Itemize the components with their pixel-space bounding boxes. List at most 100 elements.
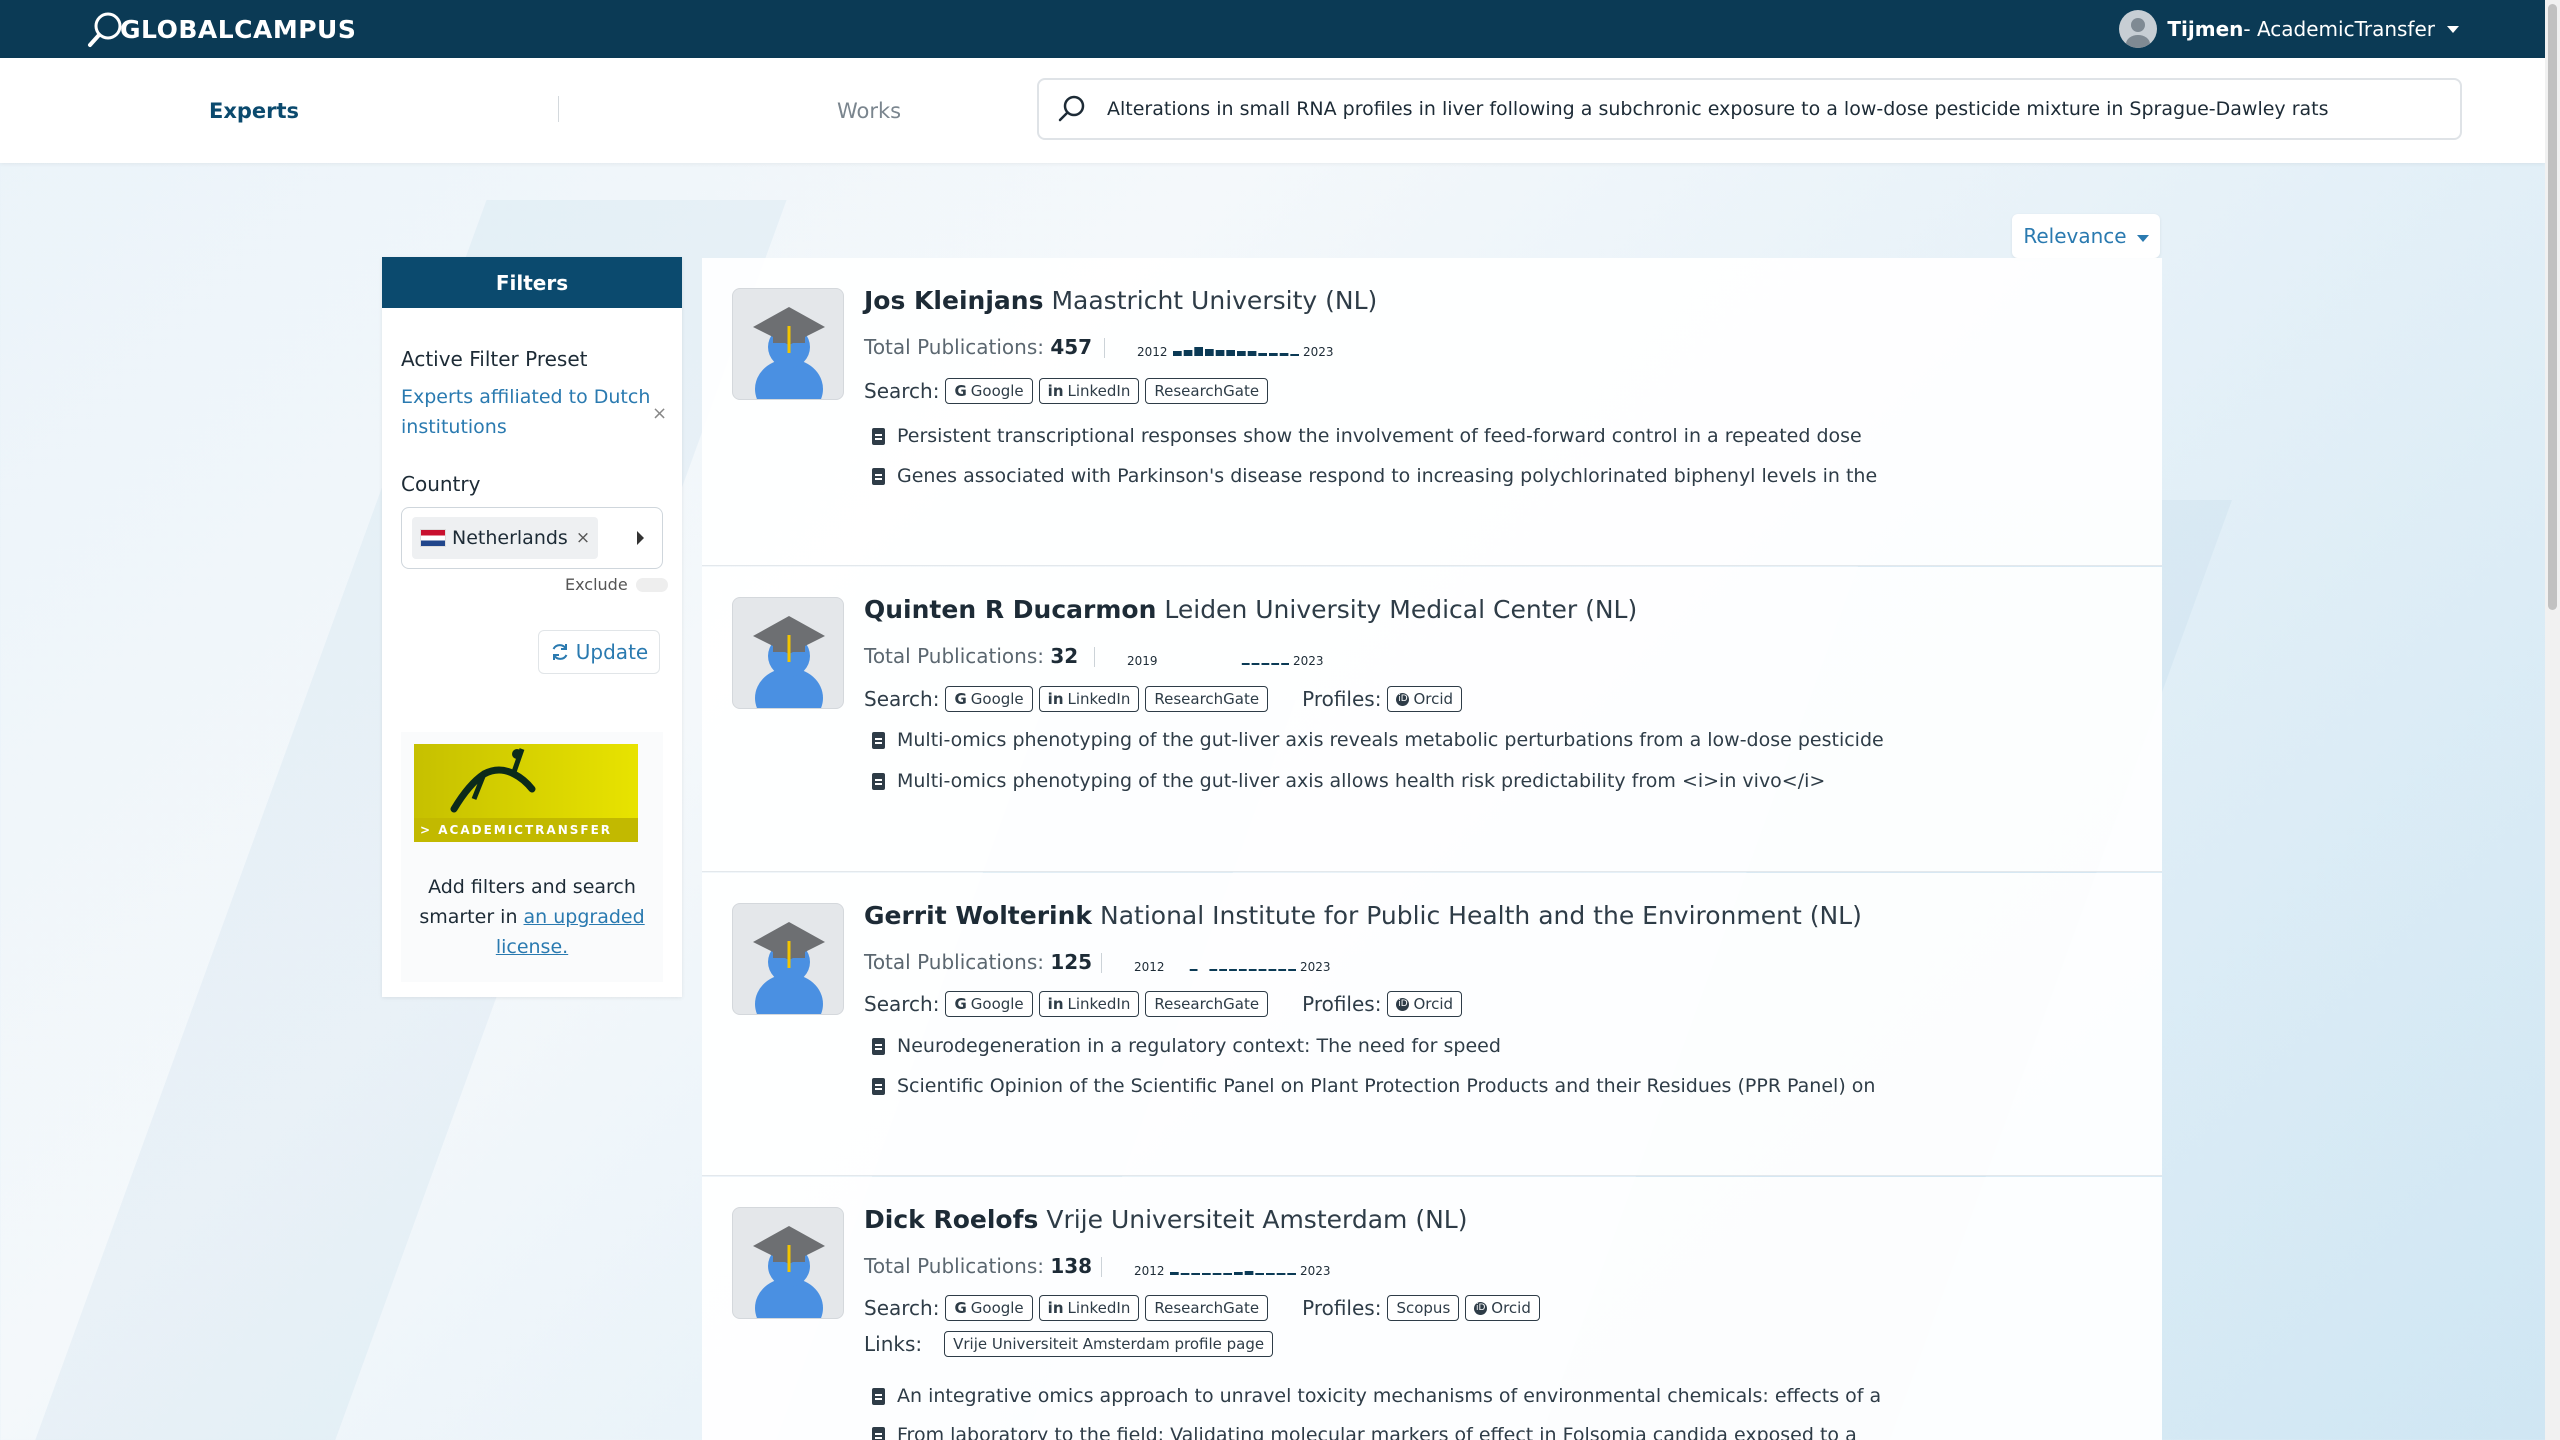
expert-card: Dick Roelofs Vrije Universiteit Amsterdam… bbox=[702, 1177, 2162, 1440]
document-icon bbox=[872, 1077, 885, 1095]
publication-sparkline: 2019 2023 bbox=[1127, 654, 1324, 668]
sparkline-end-year: 2023 bbox=[1293, 654, 1324, 668]
expert-avatar-icon[interactable] bbox=[732, 597, 844, 709]
activity-bar bbox=[1234, 1272, 1243, 1275]
publication-item[interactable]: Persistent transcriptional responses sho… bbox=[872, 425, 1862, 447]
publication-item[interactable]: Multi-omics phenotyping of the gut-liver… bbox=[872, 729, 1884, 751]
google-icon: G bbox=[954, 690, 967, 708]
publication-item[interactable]: Scientific Opinion of the Scientific Pan… bbox=[872, 1075, 1875, 1097]
orcid-profile-button[interactable]: iD Orcid bbox=[1387, 686, 1463, 712]
tab-divider bbox=[558, 96, 559, 122]
expert-affiliation[interactable]: Vrije Universiteit Amsterdam (NL) bbox=[1046, 1205, 1467, 1234]
user-org: - AcademicTransfer bbox=[2243, 17, 2435, 41]
linkedin-search-button[interactable]: in LinkedIn bbox=[1038, 686, 1140, 712]
page-scrollbar[interactable] bbox=[2545, 0, 2560, 1440]
expert-card: Quinten R Ducarmon Leiden University Medi… bbox=[702, 567, 2162, 872]
publication-title[interactable]: Neurodegeneration in a regulatory contex… bbox=[897, 1035, 1501, 1057]
total-publications-label: Total Publications: bbox=[864, 1254, 1051, 1278]
divider bbox=[1101, 953, 1102, 973]
remove-preset-close-icon[interactable]: × bbox=[652, 403, 667, 424]
activity-bar bbox=[1189, 969, 1198, 971]
publication-item[interactable]: Neurodegeneration in a regulatory contex… bbox=[872, 1035, 1501, 1057]
expert-avatar-icon[interactable] bbox=[732, 903, 844, 1015]
document-icon bbox=[872, 731, 885, 749]
expert-affiliation[interactable]: National Institute for Public Health and… bbox=[1100, 901, 1862, 930]
activity-bar bbox=[1170, 1272, 1179, 1275]
expert-name[interactable]: Gerrit Wolterink bbox=[864, 901, 1092, 930]
google-search-button[interactable]: G Google bbox=[945, 1295, 1033, 1321]
exclude-toggle[interactable] bbox=[635, 577, 668, 592]
expert-avatar-icon[interactable] bbox=[732, 288, 844, 400]
scrollbar-thumb[interactable] bbox=[2548, 4, 2557, 610]
tab-works[interactable]: Works bbox=[837, 58, 901, 163]
google-search-button[interactable]: G Google bbox=[945, 686, 1033, 712]
publication-title[interactable]: From laboratory to the field: Validating… bbox=[897, 1424, 1857, 1440]
expert-name[interactable]: Jos Kleinjans bbox=[864, 286, 1043, 315]
divider bbox=[1101, 1257, 1102, 1277]
document-icon bbox=[872, 1037, 885, 1055]
expert-name[interactable]: Quinten R Ducarmon bbox=[864, 595, 1156, 624]
expert-avatar-icon[interactable] bbox=[732, 1207, 844, 1319]
publication-title[interactable]: Genes associated with Parkinson's diseas… bbox=[897, 465, 1877, 487]
activity-bar bbox=[1215, 350, 1225, 356]
expert-name[interactable]: Dick Roelofs bbox=[864, 1205, 1038, 1234]
researchgate-search-button[interactable]: ResearchGate bbox=[1145, 378, 1269, 404]
tab-experts[interactable]: Experts bbox=[209, 58, 299, 163]
academictransfer-banner[interactable]: > ACADEMICTRANSFER bbox=[414, 744, 638, 842]
update-button[interactable]: Update bbox=[538, 630, 660, 674]
orcid-icon: iD bbox=[1474, 1301, 1488, 1315]
country-select[interactable]: Netherlands × bbox=[401, 507, 663, 569]
researchgate-search-button[interactable]: ResearchGate bbox=[1145, 1295, 1269, 1321]
scopus-profile-button[interactable]: Scopus bbox=[1387, 1295, 1460, 1321]
orcid-profile-button[interactable]: iD Orcid bbox=[1465, 1295, 1540, 1321]
publication-item[interactable]: Multi-omics phenotyping of the gut-liver… bbox=[872, 770, 1825, 792]
chevron-right-icon[interactable] bbox=[637, 531, 644, 545]
google-label: Google bbox=[970, 382, 1024, 400]
publication-item[interactable]: From laboratory to the field: Validating… bbox=[872, 1424, 1857, 1440]
publication-title[interactable]: Multi-omics phenotyping of the gut-liver… bbox=[897, 770, 1825, 792]
orcid-profile-button[interactable]: iD Orcid bbox=[1387, 991, 1463, 1017]
expert-affiliation[interactable]: Maastricht University (NL) bbox=[1051, 286, 1377, 315]
linkedin-search-button[interactable]: in LinkedIn bbox=[1038, 1295, 1140, 1321]
search-box[interactable] bbox=[1037, 78, 2462, 140]
sort-dropdown[interactable]: Relevance bbox=[2012, 214, 2160, 258]
activity-bar bbox=[1238, 969, 1247, 971]
publication-title[interactable]: Multi-omics phenotyping of the gut-liver… bbox=[897, 729, 1884, 751]
netherlands-flag-icon bbox=[420, 529, 446, 547]
search-input[interactable] bbox=[1107, 98, 2447, 120]
activity-bar bbox=[1247, 351, 1257, 356]
document-icon bbox=[872, 1426, 885, 1440]
google-search-button[interactable]: G Google bbox=[945, 378, 1033, 404]
total-publications: Total Publications: 32 bbox=[864, 644, 1078, 668]
globalcampus-logo[interactable]: G LOBALCAMPUS bbox=[86, 9, 356, 49]
user-menu[interactable]: Tijmen - AcademicTransfer bbox=[2119, 10, 2459, 48]
sparkline-start-year: 2019 bbox=[1127, 654, 1158, 668]
publication-title[interactable]: An integrative omics approach to unravel… bbox=[897, 1385, 1881, 1407]
publication-title[interactable]: Persistent transcriptional responses sho… bbox=[897, 425, 1862, 447]
activity-bar bbox=[1287, 1273, 1296, 1275]
researchgate-search-button[interactable]: ResearchGate bbox=[1145, 686, 1269, 712]
publication-item[interactable]: Genes associated with Parkinson's diseas… bbox=[872, 465, 1877, 487]
linkedin-search-button[interactable]: in LinkedIn bbox=[1038, 991, 1140, 1017]
activity-bar bbox=[1279, 353, 1289, 356]
search-links-row: Search: G Google in LinkedIn ResearchGate Prof… bbox=[864, 1295, 1540, 1321]
document-icon bbox=[872, 772, 885, 790]
remove-country-close-icon[interactable]: × bbox=[576, 528, 590, 548]
active-preset-link[interactable]: Experts affiliated to Dutch institutions bbox=[401, 382, 651, 442]
activity-bar bbox=[1255, 1273, 1264, 1275]
publication-title[interactable]: Scientific Opinion of the Scientific Pan… bbox=[897, 1075, 1875, 1097]
expert-affiliation[interactable]: Leiden University Medical Center (NL) bbox=[1164, 595, 1637, 624]
researchgate-label: ResearchGate bbox=[1154, 995, 1260, 1013]
researchgate-search-button[interactable]: ResearchGate bbox=[1145, 991, 1269, 1017]
activity-bar bbox=[1173, 351, 1182, 356]
profile-page-link[interactable]: Vrije Universiteit Amsterdam profile pag… bbox=[944, 1331, 1274, 1357]
logo-text: LOBALCAMPUS bbox=[141, 14, 357, 44]
expert-card: Gerrit Wolterink National Institute for P… bbox=[702, 873, 2162, 1176]
publication-item[interactable]: An integrative omics approach to unravel… bbox=[872, 1385, 1881, 1407]
search-links-row: Search: G Google in LinkedIn ResearchGate bbox=[864, 378, 1269, 404]
google-search-button[interactable]: G Google bbox=[945, 991, 1033, 1017]
activity-bar bbox=[1191, 1273, 1200, 1275]
search-label: Search: bbox=[864, 687, 940, 711]
linkedin-search-button[interactable]: in LinkedIn bbox=[1038, 378, 1140, 404]
activity-bar bbox=[1261, 663, 1270, 665]
